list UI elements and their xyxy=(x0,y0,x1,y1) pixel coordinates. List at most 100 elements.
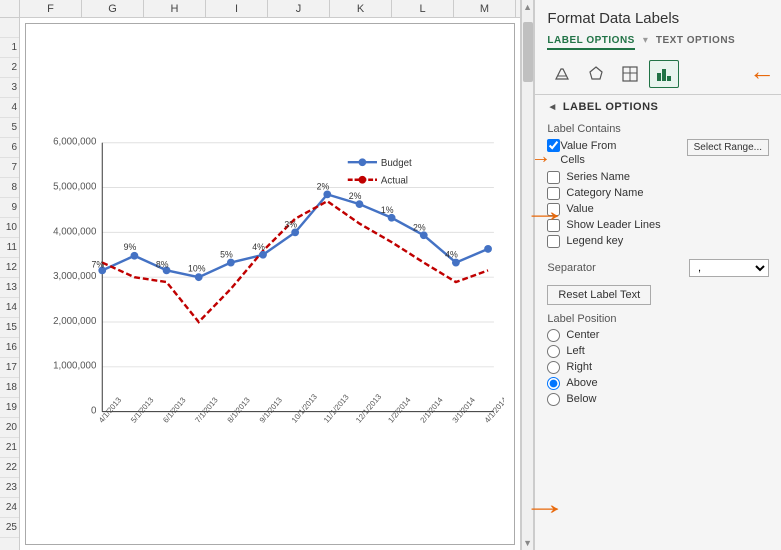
svg-text:2%: 2% xyxy=(349,191,362,201)
col-header-h: H xyxy=(144,0,206,17)
show-leader-lines-checkbox[interactable] xyxy=(547,219,560,232)
panel-title: Format Data Labels xyxy=(535,0,781,33)
svg-text:4/1/2013: 4/1/2013 xyxy=(97,396,123,425)
series-name-row: Series Name xyxy=(547,171,769,184)
above-radio[interactable] xyxy=(547,377,560,390)
row-num xyxy=(0,18,19,38)
reset-label-text-row: Reset Label Text xyxy=(535,281,781,309)
svg-text:10/1/2013: 10/1/2013 xyxy=(290,392,319,424)
label-contains-section: Label Contains Value FromCells Select Ra… xyxy=(535,119,781,255)
value-row: Value xyxy=(547,203,769,216)
row-num: 17 xyxy=(0,358,19,378)
row-num: 20 xyxy=(0,418,19,438)
svg-text:7%: 7% xyxy=(92,259,105,269)
chart-area[interactable]: 6,000,000 5,000,000 4,000,000 3,000,000 … xyxy=(20,18,520,550)
spreadsheet-body: 1 2 3 4 5 6 7 8 9 10 11 12 13 14 15 16 1… xyxy=(0,18,520,550)
center-radio-label: Center xyxy=(566,329,599,341)
scroll-down-btn[interactable]: ▼ xyxy=(523,538,532,548)
tab-text-options[interactable]: TEXT OPTIONS xyxy=(656,33,735,50)
row-num: 14 xyxy=(0,298,19,318)
label-options-section-header[interactable]: ◄ LABEL OPTIONS xyxy=(535,95,781,119)
above-radio-label: Above xyxy=(566,377,597,389)
svg-text:5/1/2013: 5/1/2013 xyxy=(129,396,155,425)
svg-text:Budget: Budget xyxy=(381,158,412,169)
row-num: 12 xyxy=(0,258,19,278)
panel-main-content[interactable]: ◄ LABEL OPTIONS Label Contains Value Fro… xyxy=(535,95,781,550)
tab-divider: ▾ xyxy=(643,33,648,50)
section-toggle-icon: ◄ xyxy=(547,102,557,113)
arrow-indicator-mid: → xyxy=(535,143,551,169)
legend-key-checkbox[interactable] xyxy=(547,235,560,248)
scrollbar-thumb[interactable] xyxy=(523,22,533,82)
svg-text:2/1/2014: 2/1/2014 xyxy=(418,395,445,425)
chart-svg: 6,000,000 5,000,000 4,000,000 3,000,000 … xyxy=(36,34,504,534)
svg-text:8/1/2013: 8/1/2013 xyxy=(225,396,251,425)
svg-text:1/2/2014: 1/2/2014 xyxy=(386,395,413,425)
row-numbers: 1 2 3 4 5 6 7 8 9 10 11 12 13 14 15 16 1… xyxy=(0,18,20,550)
svg-text:3%: 3% xyxy=(284,219,297,229)
row-num: 25 xyxy=(0,518,19,538)
orange-arrow-top: ← xyxy=(749,56,775,86)
fill-icon-btn[interactable] xyxy=(547,60,577,88)
value-from-cells-label: Value FromCells xyxy=(560,139,616,168)
spreadsheet-area: F G H I J K L M 1 2 3 4 5 6 7 8 9 10 11 … xyxy=(0,0,521,550)
right-radio-row: Right xyxy=(547,361,769,374)
separator-select[interactable]: , ; xyxy=(689,259,769,277)
svg-text:4%: 4% xyxy=(445,250,458,260)
svg-text:4/1/2014: 4/1/2014 xyxy=(483,395,504,425)
below-radio-label: Below xyxy=(566,393,596,405)
svg-text:8%: 8% xyxy=(156,259,169,269)
value-from-cells-row: Value FromCells Select Range... xyxy=(547,139,769,168)
svg-text:3,000,000: 3,000,000 xyxy=(53,271,97,282)
svg-text:9%: 9% xyxy=(124,242,137,252)
svg-text:4%: 4% xyxy=(252,242,265,252)
center-radio[interactable] xyxy=(547,329,560,342)
scroll-up-btn[interactable]: ▲ xyxy=(523,2,532,12)
svg-text:2%: 2% xyxy=(413,222,426,232)
panel-tabs: LABEL OPTIONS ▾ TEXT OPTIONS xyxy=(535,33,781,50)
show-leader-lines-row: Show Leader Lines xyxy=(547,219,769,232)
svg-text:Actual: Actual xyxy=(381,176,408,187)
row-num: 24 xyxy=(0,498,19,518)
right-radio[interactable] xyxy=(547,361,560,374)
category-name-checkbox[interactable] xyxy=(547,187,560,200)
svg-text:1%: 1% xyxy=(381,205,394,215)
label-options-icon-btn[interactable] xyxy=(649,60,679,88)
label-position-title: Label Position xyxy=(547,313,769,325)
row-num: 21 xyxy=(0,438,19,458)
col-header-f: F xyxy=(20,0,82,17)
label-position-section: Label Position Center Left Right Above B… xyxy=(535,309,781,413)
vertical-scrollbar[interactable]: ▲ ▼ xyxy=(521,0,535,550)
row-num: 23 xyxy=(0,478,19,498)
row-number-spacer xyxy=(0,0,20,17)
below-radio-row: Below xyxy=(547,393,769,406)
row-num: 18 xyxy=(0,378,19,398)
row-num: 6 xyxy=(0,138,19,158)
below-radio[interactable] xyxy=(547,393,560,406)
value-checkbox[interactable] xyxy=(547,203,560,216)
left-radio[interactable] xyxy=(547,345,560,358)
fill-icon xyxy=(553,65,571,83)
center-radio-row: Center xyxy=(547,329,769,342)
series-name-label: Series Name xyxy=(566,171,630,183)
row-num: 13 xyxy=(0,278,19,298)
col-header-g: G xyxy=(82,0,144,17)
row-num: 16 xyxy=(0,338,19,358)
col-header-m: M xyxy=(454,0,516,17)
size-icon-btn[interactable] xyxy=(615,60,645,88)
row-num: 3 xyxy=(0,78,19,98)
effects-icon-btn[interactable] xyxy=(581,60,611,88)
col-header-l: L xyxy=(392,0,454,17)
row-num: 15 xyxy=(0,318,19,338)
select-range-button[interactable]: Select Range... xyxy=(687,139,769,156)
svg-text:9/1/2013: 9/1/2013 xyxy=(258,396,284,425)
reset-label-text-button[interactable]: Reset Label Text xyxy=(547,285,651,305)
legend-key-row: Legend key xyxy=(547,235,769,248)
svg-text:5,000,000: 5,000,000 xyxy=(53,181,97,192)
series-name-checkbox[interactable] xyxy=(547,171,560,184)
svg-text:7/1/2013: 7/1/2013 xyxy=(193,396,219,425)
svg-text:11/1/2013: 11/1/2013 xyxy=(322,393,351,425)
panel-icon-row: ← xyxy=(535,54,781,95)
tab-label-options[interactable]: LABEL OPTIONS xyxy=(547,33,634,50)
svg-text:4,000,000: 4,000,000 xyxy=(53,226,97,237)
